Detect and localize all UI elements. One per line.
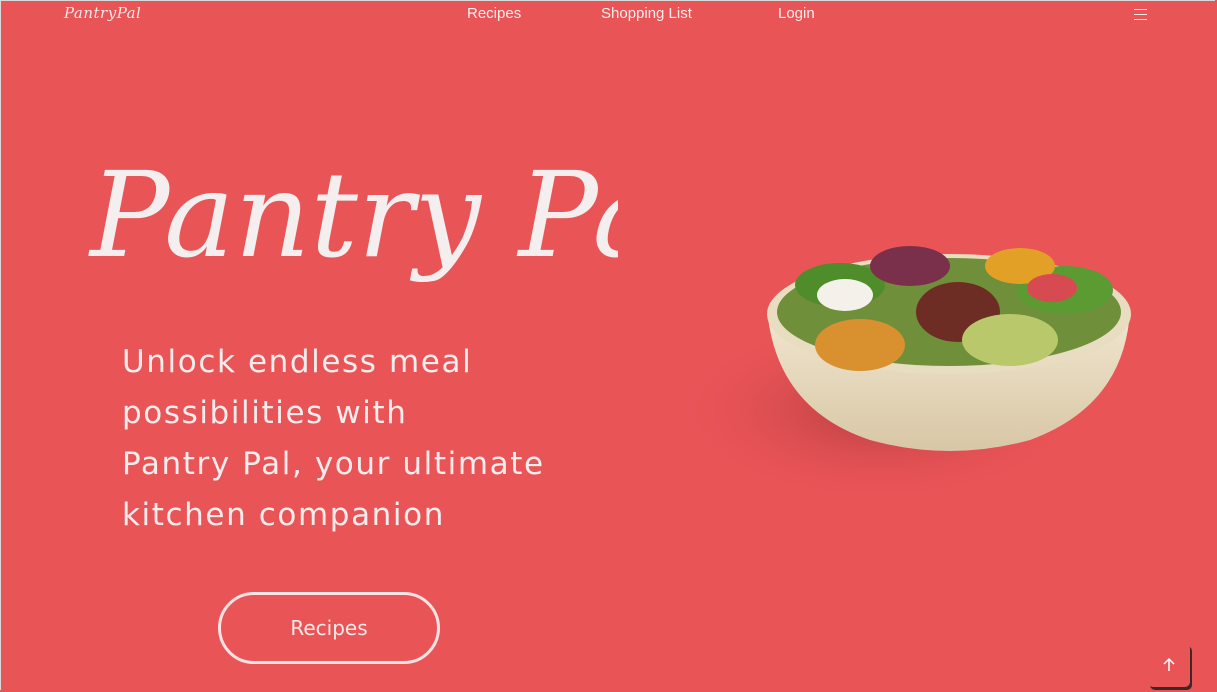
salad-bowl-image [670, 200, 1150, 520]
arrow-up-icon [1163, 657, 1175, 671]
tagline-line: Pantry Pal, your ultimate [122, 446, 545, 482]
hero-title: Pantry Pal [88, 138, 701, 298]
top-nav: Recipes Shopping List Login [0, 5, 1217, 25]
tagline-line: kitchen companion [122, 497, 445, 533]
hero-tagline: Unlock endless meal possibilities with P… [122, 337, 582, 541]
hero-title-text: Pantry Pal [88, 146, 618, 284]
scroll-to-top-button[interactable] [1148, 643, 1190, 687]
nav-recipes-link[interactable]: Recipes [467, 5, 521, 22]
nav-login-link[interactable]: Login [778, 5, 815, 22]
nav-shopping-list-link[interactable]: Shopping List [601, 5, 692, 22]
recipes-cta-button[interactable]: Recipes [218, 592, 440, 664]
tagline-line: possibilities with [122, 395, 408, 431]
tagline-line: Unlock endless meal [122, 344, 473, 380]
hamburger-icon[interactable] [1134, 9, 1147, 20]
